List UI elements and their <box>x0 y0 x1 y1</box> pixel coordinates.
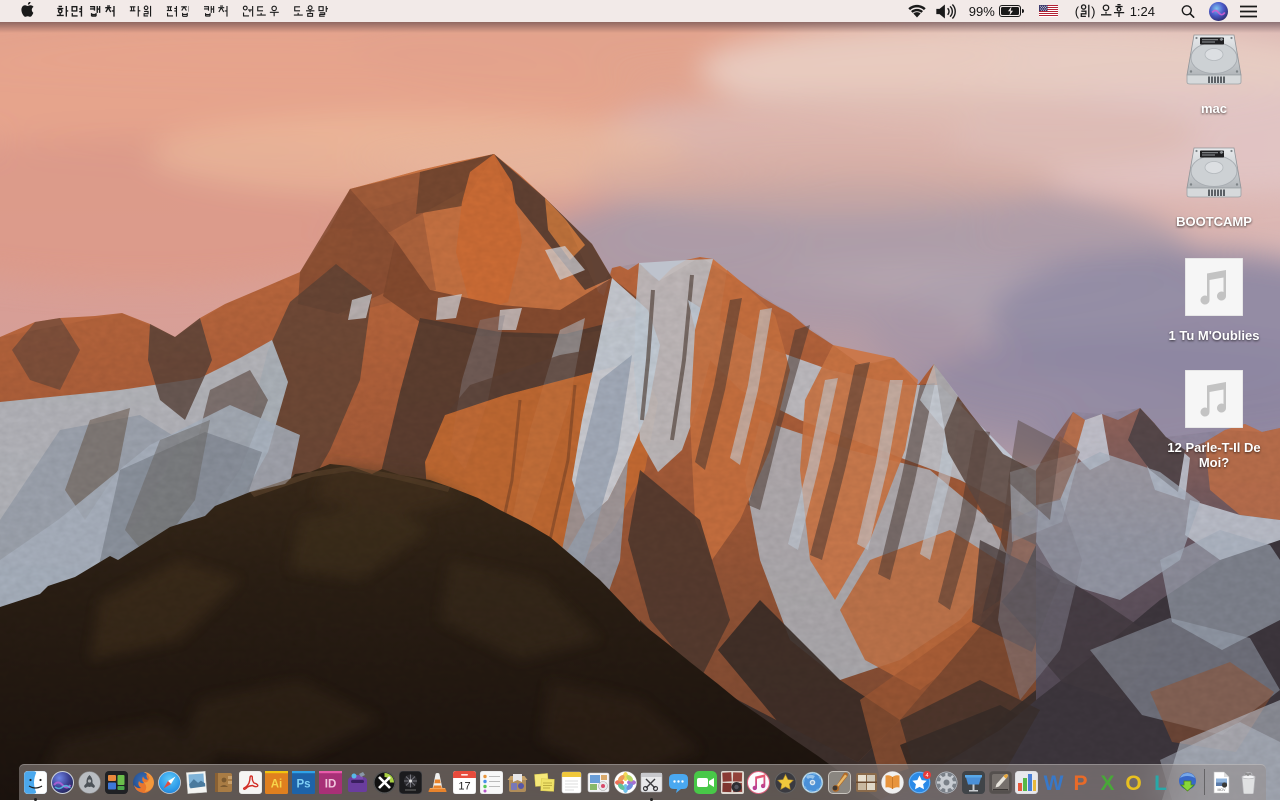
svg-text:MOV: MOV <box>1217 788 1226 792</box>
svg-text:X: X <box>1100 772 1114 794</box>
svg-text:17: 17 <box>458 780 470 792</box>
svg-text:L: L <box>1154 772 1167 794</box>
svg-text:W: W <box>1044 772 1064 794</box>
svg-text:Ps: Ps <box>297 778 311 790</box>
svg-text:O: O <box>1126 772 1142 794</box>
svg-text:Ai: Ai <box>271 778 283 790</box>
svg-text:P: P <box>1073 772 1087 794</box>
svg-text:ID: ID <box>325 778 337 790</box>
svg-text:4: 4 <box>926 772 929 778</box>
